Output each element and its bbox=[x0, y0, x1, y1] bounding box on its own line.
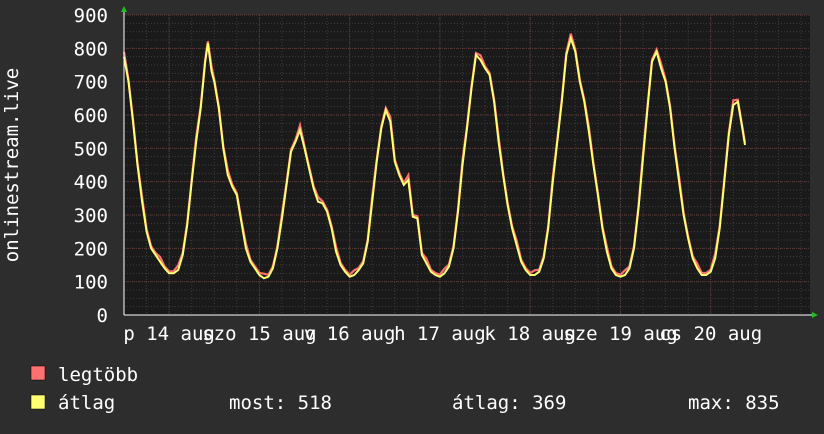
x-tick-label: k 18 aug bbox=[484, 323, 576, 345]
legend-swatch-legtobb bbox=[30, 365, 46, 381]
y-tick-label: 200 bbox=[74, 238, 108, 260]
x-tick-label: v 16 aug bbox=[304, 323, 396, 345]
legend-stat-now: most: 518 bbox=[229, 392, 332, 414]
legend-label-legtobb: legtöbb bbox=[58, 364, 138, 386]
y-tick-label: 800 bbox=[74, 38, 108, 60]
y-tick-label: 300 bbox=[74, 205, 108, 227]
legend-swatch-atlag bbox=[30, 394, 46, 410]
legend-stat-max: max: 835 bbox=[688, 392, 780, 414]
x-tick-label: p 14 aug bbox=[123, 323, 215, 345]
legend-label-atlag: átlag bbox=[58, 392, 115, 414]
legend-stat-average: átlag: 369 bbox=[452, 392, 566, 414]
y-axis-label: onlinestream.live bbox=[1, 68, 23, 262]
y-tick-label: 100 bbox=[74, 272, 108, 294]
y-tick-label: 700 bbox=[74, 72, 108, 94]
x-tick-label: h 17 aug bbox=[394, 323, 486, 345]
x-tick-label: szo 15 aug bbox=[202, 323, 316, 345]
y-tick-label: 600 bbox=[74, 105, 108, 127]
x-tick-labels: p 14 augszo 15 augv 16 augh 17 augk 18 a… bbox=[123, 323, 762, 345]
y-tick-label: 400 bbox=[74, 172, 108, 194]
chart-svg: 0 100 200 300 400 500 600 700 800 900 p 14 augszo… bbox=[0, 0, 824, 430]
chart: 0 100 200 300 400 500 600 700 800 900 p 14 aug szo… bbox=[0, 0, 824, 430]
y-tick-label: 0 bbox=[97, 305, 108, 327]
y-tick-label: 500 bbox=[74, 138, 108, 160]
x-tick-label: cs 20 aug bbox=[659, 323, 762, 345]
y-tick-label: 900 bbox=[74, 5, 108, 27]
